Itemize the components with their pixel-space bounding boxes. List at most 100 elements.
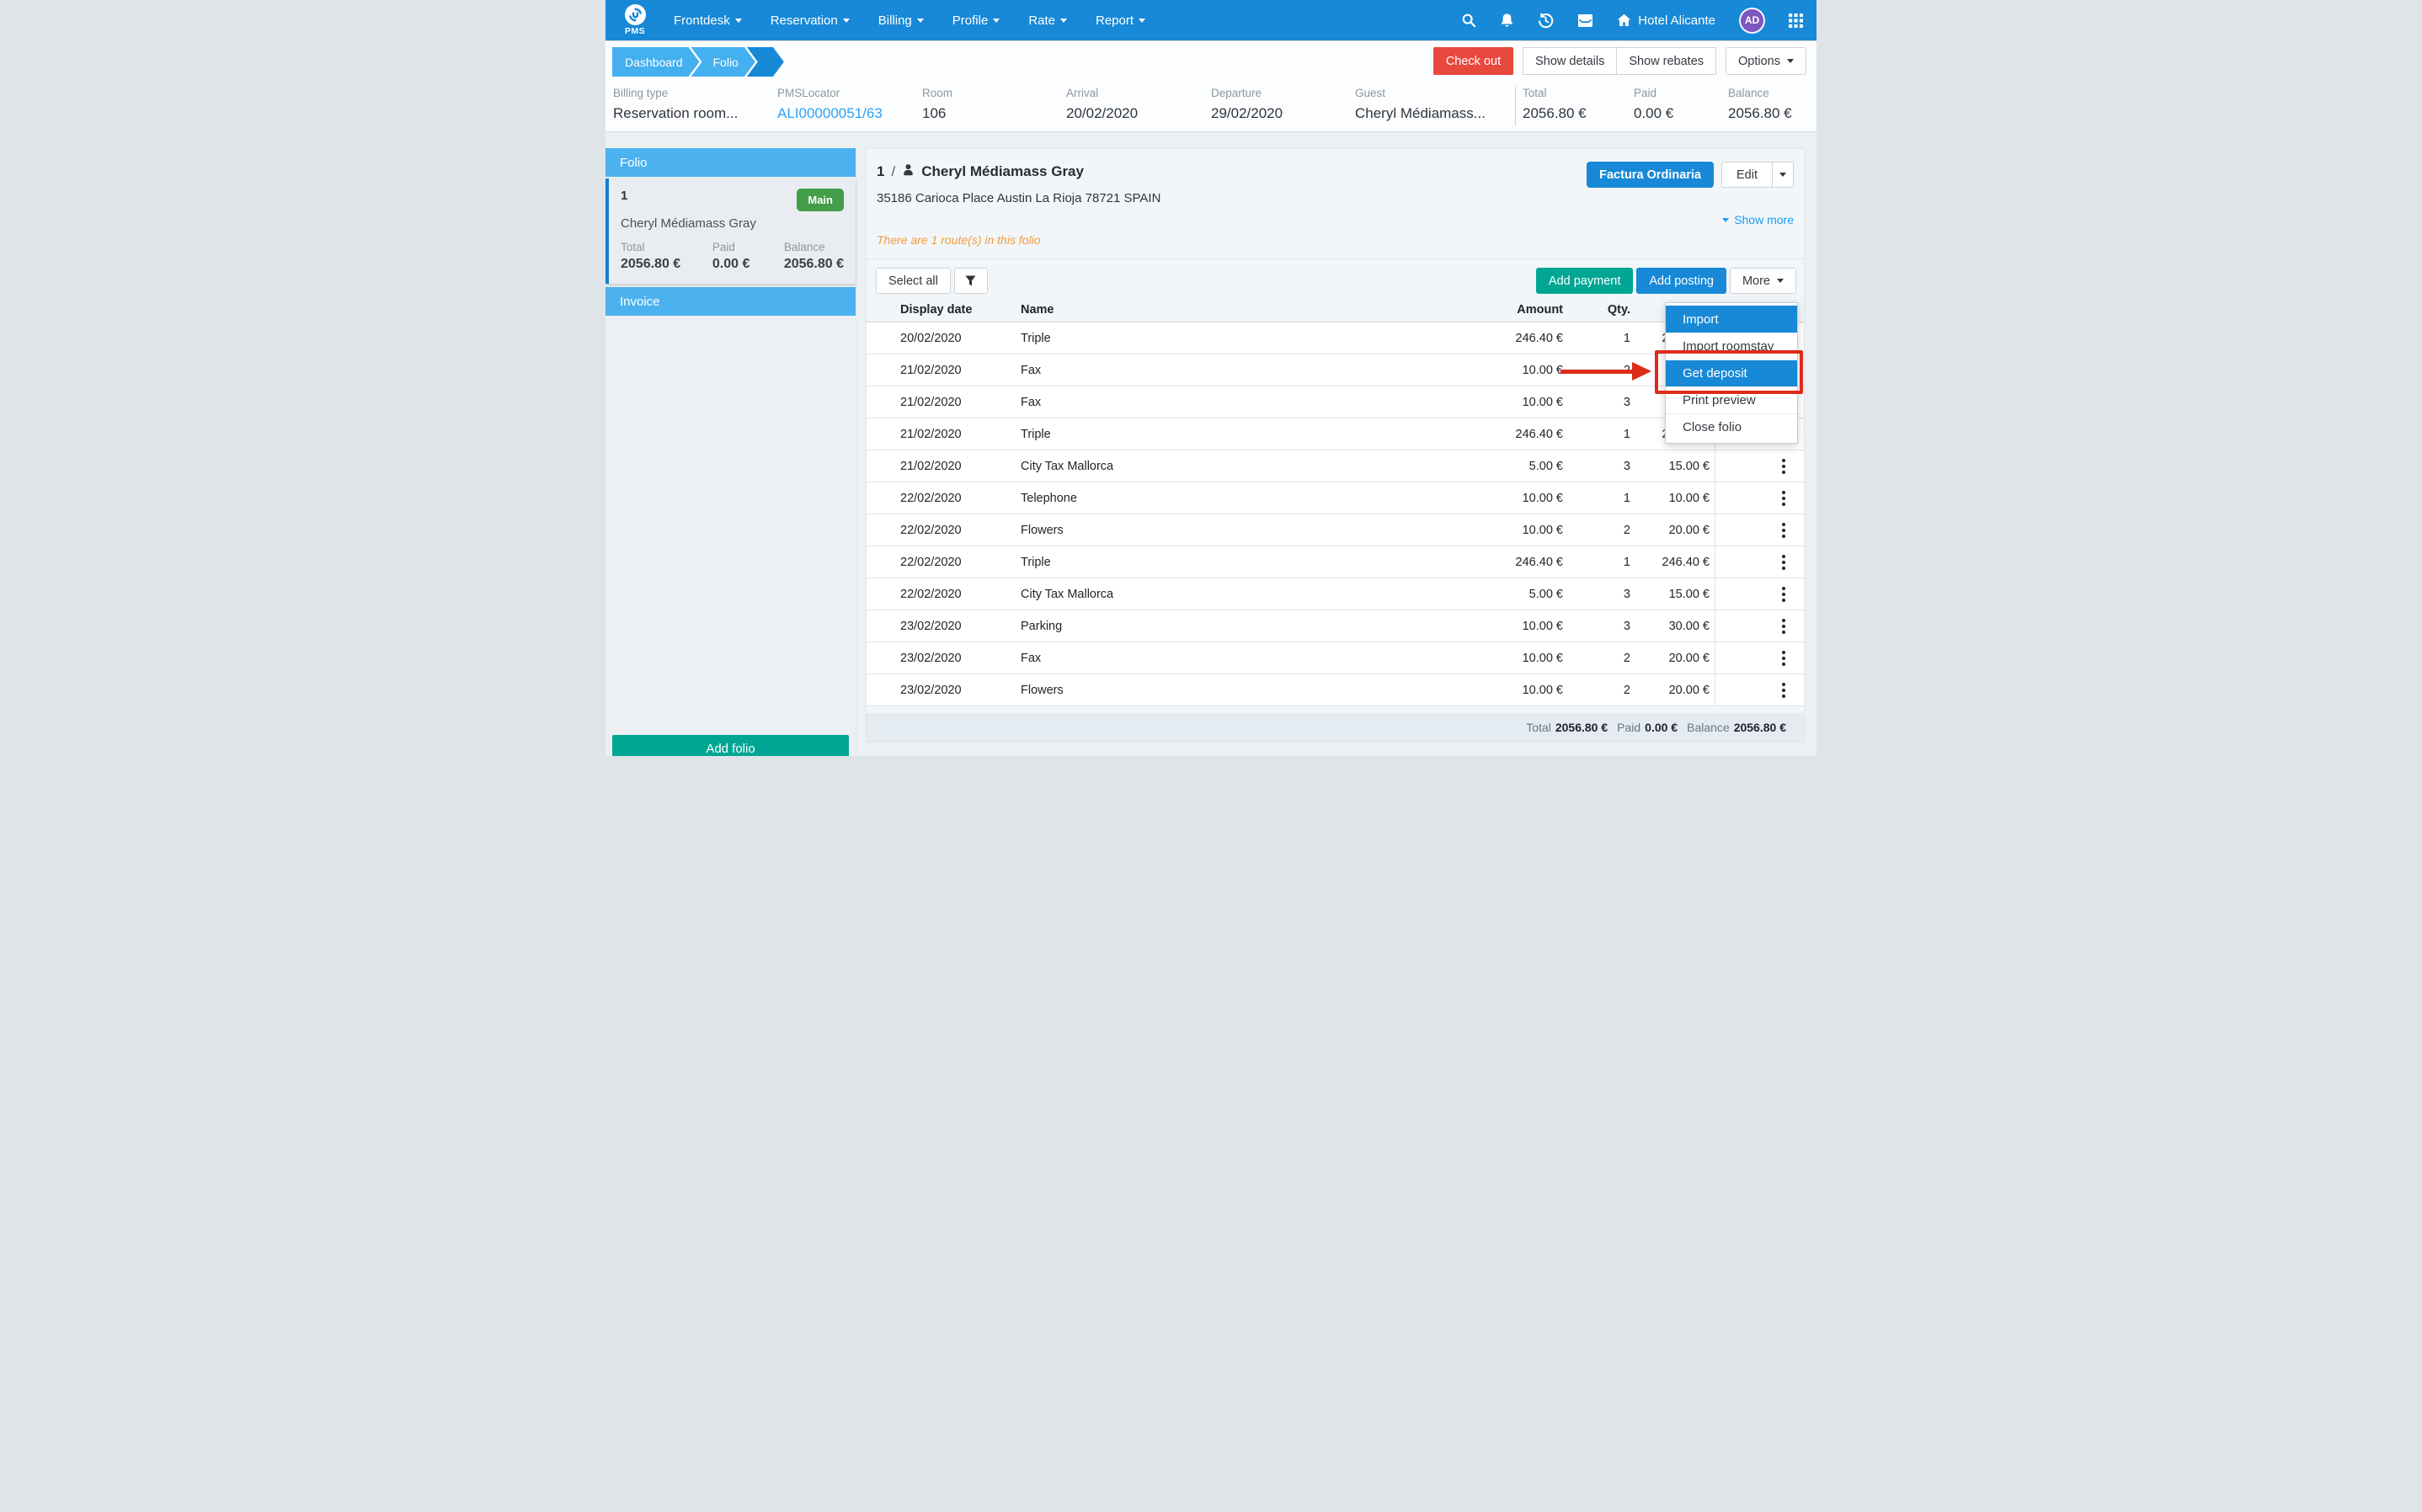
select-all-button[interactable]: Select all	[876, 268, 951, 294]
row-menu-button[interactable]	[1779, 519, 1789, 541]
breadcrumb-dashboard[interactable]: Dashboard	[612, 47, 700, 77]
nav-item-profile[interactable]: Profile	[938, 0, 1015, 40]
sidebar-invoice-header[interactable]: Invoice	[606, 287, 856, 316]
add-posting-button[interactable]: Add posting	[1636, 268, 1726, 294]
invoice-type-button[interactable]: Factura Ordinaria	[1587, 162, 1714, 188]
table-row[interactable]: 21/02/2020City Tax Mallorca5.00 €315.00 …	[867, 450, 1804, 482]
search-icon[interactable]	[1461, 13, 1476, 28]
table-row[interactable]: 22/02/2020City Tax Mallorca5.00 €315.00 …	[867, 578, 1804, 610]
table-row[interactable]: 23/02/2020Flowers10.00 €220.00 €	[867, 674, 1804, 706]
table-row[interactable]: 21/02/2020Triple246.40 €1246.40 €	[867, 418, 1804, 450]
nav-item-frontdesk[interactable]: Frontdesk	[659, 0, 756, 40]
row-menu-button[interactable]	[1779, 679, 1789, 701]
cell-total: 20.00 €	[1630, 652, 1715, 665]
row-menu-button[interactable]	[1779, 615, 1789, 637]
edit-dropdown-toggle[interactable]	[1772, 162, 1793, 187]
info-value: 2056.80 €	[1728, 104, 1816, 123]
menu-item-print-preview[interactable]: Print preview	[1666, 386, 1797, 413]
table-row[interactable]: 21/02/2020Fax10.00 €330.00 €	[867, 386, 1804, 418]
apps-grid-icon[interactable]	[1789, 13, 1803, 28]
folio-total-value: 2056.80 €	[621, 257, 712, 272]
cell-total: 30.00 €	[1630, 620, 1715, 633]
cell-qty: 3	[1563, 396, 1630, 409]
edit-button[interactable]: Edit	[1722, 162, 1772, 187]
cell-qty: 2	[1563, 364, 1630, 377]
row-menu-button[interactable]	[1779, 455, 1789, 477]
check-out-button[interactable]: Check out	[1433, 47, 1513, 75]
row-menu-button[interactable]	[1779, 583, 1789, 605]
show-details-button[interactable]: Show details	[1523, 47, 1616, 75]
row-menu-button[interactable]	[1779, 487, 1789, 509]
breadcrumb-folio[interactable]: Folio	[691, 47, 755, 77]
table-row[interactable]: 22/02/2020Flowers10.00 €220.00 €	[867, 514, 1804, 546]
table-row[interactable]: 21/02/2020Fax10.00 €220.00 €	[867, 354, 1804, 386]
guest-separator: /	[891, 163, 895, 180]
cell-name: Triple	[993, 428, 1420, 441]
edit-split-button: Edit	[1721, 162, 1794, 188]
cell-amount: 246.40 €	[1420, 332, 1563, 345]
info-label: PMSLocator	[777, 86, 922, 101]
menu-item-close-folio[interactable]: Close folio	[1666, 413, 1797, 440]
folio-card[interactable]: 1 Main Cheryl Médiamass Gray Total 2056.…	[606, 178, 856, 284]
footer-balance-value: 2056.80 €	[1734, 721, 1786, 734]
table-row[interactable]: 22/02/2020Triple246.40 €1246.40 €	[867, 546, 1804, 578]
menu-item-import[interactable]: Import	[1666, 306, 1797, 333]
nav-item-label: Frontdesk	[674, 13, 730, 28]
pms-locator-link[interactable]: ALI00000051/63	[777, 104, 922, 123]
add-payment-button[interactable]: Add payment	[1536, 268, 1633, 294]
cell-qty: 1	[1563, 492, 1630, 505]
cell-name: Fax	[993, 652, 1420, 665]
postings-table-header: Display dateNameAmountQty.Total	[867, 298, 1804, 322]
cell-amount: 10.00 €	[1420, 396, 1563, 409]
inbox-icon[interactable]	[1577, 13, 1593, 28]
more-button[interactable]: More	[1730, 268, 1796, 294]
row-menu-button[interactable]	[1779, 551, 1789, 573]
filter-button[interactable]	[954, 268, 988, 294]
chevron-down-icon	[1779, 173, 1786, 177]
more-label: More	[1742, 274, 1770, 288]
nav-item-billing[interactable]: Billing	[864, 0, 938, 40]
menu-item-import-roomstay[interactable]: Import roomstay	[1666, 333, 1797, 359]
info-field-pmslocator: PMSLocator ALI00000051/63	[777, 86, 922, 123]
content-area: Folio 1 Main Cheryl Médiamass Gray Total…	[606, 132, 1816, 756]
guest-heading: 1 / Cheryl Médiamass Gray	[877, 163, 1587, 180]
history-icon[interactable]	[1538, 13, 1554, 29]
table-row[interactable]: 22/02/2020Telephone10.00 €110.00 €	[867, 482, 1804, 514]
nav-item-report[interactable]: Report	[1081, 0, 1160, 40]
cell-amount: 10.00 €	[1420, 364, 1563, 377]
nav-item-rate[interactable]: Rate	[1014, 0, 1081, 40]
show-more-link[interactable]: Show more	[1722, 213, 1794, 226]
main-menu: Frontdesk ReservationBilling Profile RateRe…	[659, 0, 1160, 40]
hotel-selector[interactable]: Hotel Alicante	[1617, 13, 1715, 28]
chevron-down-icon	[1722, 218, 1729, 222]
bell-icon[interactable]	[1500, 13, 1514, 28]
postings-toolbar: Select all Add payment Add posting More	[867, 259, 1804, 294]
info-field-room: Room106	[922, 86, 1066, 123]
row-menu-button[interactable]	[1779, 647, 1789, 669]
cell-amount: 246.40 €	[1420, 556, 1563, 569]
info-label: Arrival	[1066, 86, 1211, 101]
cell-date: 23/02/2020	[867, 620, 993, 633]
info-value: Reservation room...	[613, 104, 777, 123]
add-folio-button[interactable]: Add folio	[612, 735, 849, 756]
avatar[interactable]: AD	[1739, 8, 1765, 34]
nav-item-reservation[interactable]: Reservation	[756, 0, 864, 40]
table-row[interactable]: 23/02/2020Parking10.00 €330.00 €	[867, 610, 1804, 642]
show-rebates-button[interactable]: Show rebates	[1616, 47, 1716, 75]
nav-item-label: Profile	[952, 13, 989, 28]
cell-qty: 3	[1563, 620, 1630, 633]
sidebar-folio-header[interactable]: Folio	[606, 148, 856, 177]
menu-item-get-deposit[interactable]: Get deposit	[1666, 359, 1797, 386]
table-row[interactable]: 23/02/2020Fax10.00 €220.00 €	[867, 642, 1804, 674]
folio-index: 1	[621, 189, 627, 203]
cell-qty: 3	[1563, 460, 1630, 473]
cell-qty: 1	[1563, 332, 1630, 345]
options-button[interactable]: Options	[1726, 47, 1806, 75]
chevron-down-icon	[1060, 19, 1067, 23]
cell-amount: 10.00 €	[1420, 524, 1563, 537]
table-row[interactable]: 20/02/2020Triple246.40 €1246.40 €	[867, 322, 1804, 354]
cell-actions	[1715, 450, 1804, 482]
cell-name: Fax	[993, 364, 1420, 377]
folio-detail-card: 1 / Cheryl Médiamass Gray 35186 Carioca …	[866, 148, 1805, 743]
info-field-billing-type: Billing typeReservation room...	[613, 86, 777, 123]
